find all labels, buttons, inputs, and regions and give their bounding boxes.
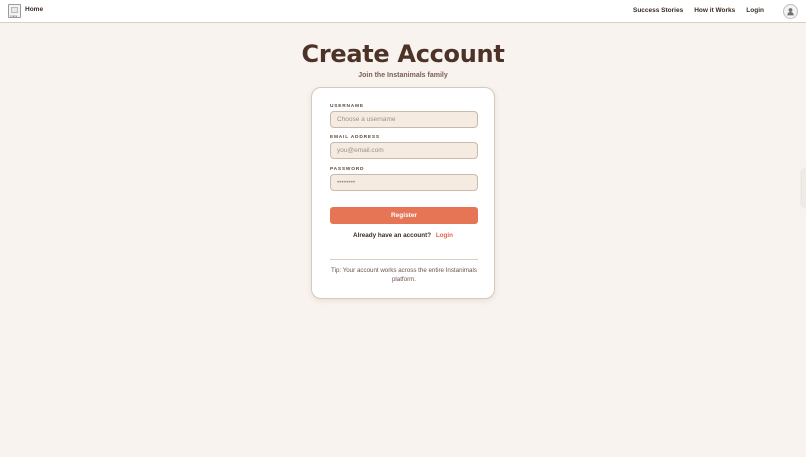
login-link[interactable]: Login xyxy=(436,232,453,239)
account-tip: Tip: Your account works across the entir… xyxy=(331,267,477,283)
email-input[interactable] xyxy=(330,142,478,159)
page-scroll-handle[interactable] xyxy=(802,168,806,208)
username-label: USERNAME xyxy=(330,104,364,109)
password-input[interactable] xyxy=(330,174,478,191)
nav-login-link[interactable]: Login xyxy=(746,7,764,14)
page-subtitle: Join the Instanimals family xyxy=(358,72,448,79)
username-input[interactable] xyxy=(330,111,478,128)
main-navigation: Success Stories How it Works Login xyxy=(633,7,764,14)
logo-broken-image-icon[interactable]: Insta xyxy=(8,4,21,18)
home-link[interactable]: Home xyxy=(25,6,43,13)
page-title: Create Account xyxy=(301,40,505,68)
user-icon xyxy=(787,8,794,16)
nav-how-it-works-link[interactable]: How it Works xyxy=(694,7,735,14)
login-prompt-row: Already have an account? Login xyxy=(312,232,494,239)
logo-alt-text: Insta xyxy=(10,14,18,18)
login-prompt-text: Already have an account? xyxy=(353,232,432,239)
password-label: PASSWORD xyxy=(330,167,365,172)
avatar-user-icon[interactable] xyxy=(783,4,798,19)
card-divider xyxy=(330,259,478,260)
top-navigation-bar: Insta Home Success Stories How it Works … xyxy=(0,0,806,23)
nav-success-stories-link[interactable]: Success Stories xyxy=(633,7,683,14)
email-label: EMAIL ADDRESS xyxy=(330,135,380,140)
register-button[interactable]: Register xyxy=(330,207,478,224)
registration-card: USERNAME EMAIL ADDRESS PASSWORD Register… xyxy=(311,87,495,299)
